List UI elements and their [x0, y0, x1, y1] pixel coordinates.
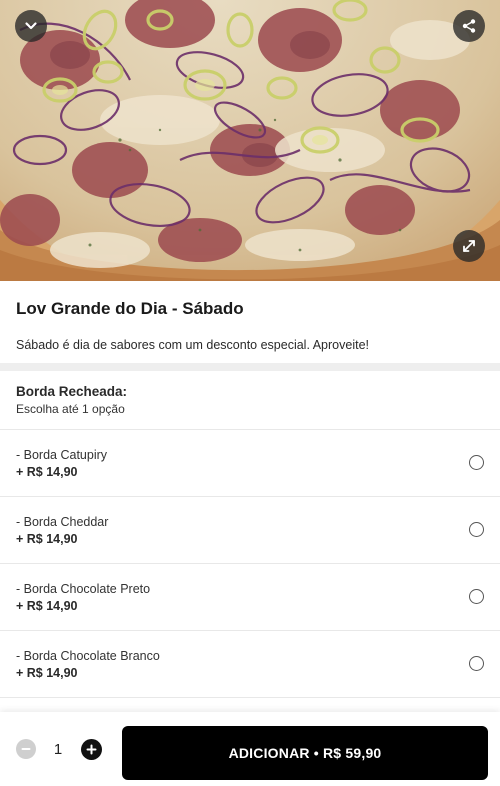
option-list: - Borda Catupiry + R$ 14,90 - Borda Ched… — [0, 429, 500, 697]
plus-icon — [86, 744, 97, 755]
option-item[interactable]: - Borda Chocolate Branco + R$ 14,90 — [0, 630, 500, 697]
option-group-header: Borda Recheada: Escolha até 1 opção — [0, 371, 500, 429]
option-price: + R$ 14,90 — [16, 465, 78, 479]
option-name: - Borda Chocolate Branco — [16, 649, 160, 663]
product-image — [0, 0, 500, 281]
minus-icon — [21, 748, 31, 750]
option-price: + R$ 14,90 — [16, 532, 78, 546]
option-radio[interactable] — [469, 656, 484, 671]
cart-bar: 1 ADICIONAR • R$ 59,90 — [0, 712, 500, 786]
option-list-divider — [0, 697, 500, 698]
share-button[interactable] — [453, 10, 485, 42]
product-info: Lov Grande do Dia - Sábado Sábado é dia … — [0, 281, 500, 363]
chevron-down-icon — [25, 22, 37, 30]
increase-quantity-button[interactable] — [81, 739, 102, 760]
option-radio[interactable] — [469, 522, 484, 537]
quantity-value: 1 — [53, 741, 63, 758]
product-description: Sábado é dia de sabores com um desconto … — [16, 338, 369, 352]
option-radio[interactable] — [469, 589, 484, 604]
product-title: Lov Grande do Dia - Sábado — [16, 299, 244, 318]
decrease-quantity-button[interactable] — [16, 739, 36, 759]
pizza-illustration — [0, 0, 500, 281]
add-button-label: ADICIONAR — [228, 745, 310, 761]
option-price: + R$ 14,90 — [16, 666, 78, 680]
section-divider — [0, 363, 500, 371]
option-item[interactable]: - Borda Cheddar + R$ 14,90 — [0, 496, 500, 563]
back-button[interactable] — [15, 10, 47, 42]
option-group-subtitle: Escolha até 1 opção — [16, 402, 125, 416]
option-price: + R$ 14,90 — [16, 599, 78, 613]
add-button-total: R$ 59,90 — [323, 745, 382, 761]
expand-image-button[interactable] — [453, 230, 485, 262]
option-name: - Borda Catupiry — [16, 448, 108, 462]
expand-icon — [463, 240, 475, 252]
option-item[interactable]: - Borda Chocolate Preto + R$ 14,90 — [0, 563, 500, 630]
option-radio[interactable] — [469, 455, 484, 470]
add-to-cart-button[interactable]: ADICIONAR • R$ 59,90 — [122, 726, 488, 780]
option-name: - Borda Chocolate Preto — [16, 582, 151, 596]
option-name: - Borda Cheddar — [16, 515, 109, 529]
option-group-title: Borda Recheada: — [16, 384, 128, 399]
share-icon — [462, 19, 476, 33]
option-item[interactable]: - Borda Catupiry + R$ 14,90 — [0, 429, 500, 496]
product-detail-page: Lov Grande do Dia - Sábado Sábado é dia … — [0, 0, 500, 786]
